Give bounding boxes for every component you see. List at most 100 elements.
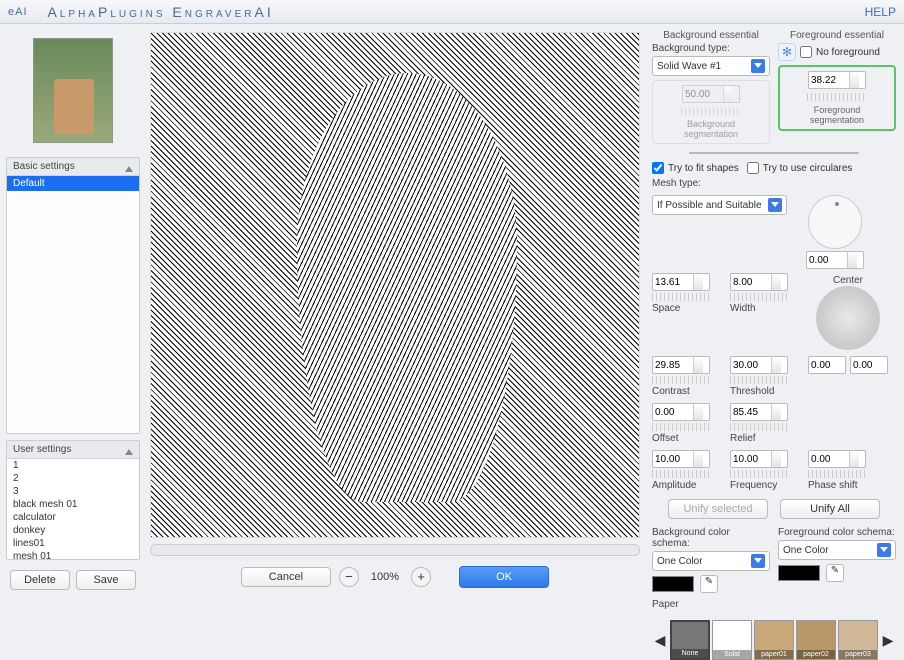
bg-color-schema-label: Background color schema: bbox=[652, 527, 770, 549]
basic-settings-list[interactable]: Default bbox=[7, 176, 139, 431]
mesh-type-label: Mesh type: bbox=[652, 178, 896, 189]
phase-shift-label: Phase shift bbox=[808, 480, 888, 491]
ok-button[interactable]: OK bbox=[459, 566, 549, 588]
paper-option[interactable]: paper03 bbox=[838, 620, 878, 660]
help-link[interactable]: HELP bbox=[865, 5, 896, 19]
relief-stepper[interactable] bbox=[730, 403, 788, 421]
list-item[interactable]: 1 bbox=[7, 459, 139, 472]
user-settings-panel: User settings 1 2 3 black mesh 01 calcul… bbox=[6, 440, 140, 560]
center-y-stepper[interactable] bbox=[850, 356, 888, 374]
center-label: Center bbox=[808, 275, 888, 286]
fit-shapes-label: Try to fit shapes bbox=[668, 163, 739, 174]
background-type-select[interactable]: Solid Wave #1 bbox=[652, 56, 770, 76]
background-segmentation-stepper bbox=[682, 85, 740, 103]
fg-color-schema-select[interactable]: One Color bbox=[778, 540, 896, 560]
zoom-out-button[interactable]: − bbox=[339, 567, 359, 587]
tab-geometry[interactable]: Geometry bbox=[690, 153, 774, 154]
frequency-stepper[interactable] bbox=[730, 450, 788, 468]
offset-stepper[interactable] bbox=[652, 403, 710, 421]
list-item[interactable]: lines01 bbox=[7, 537, 139, 550]
space-slider[interactable] bbox=[652, 293, 712, 301]
tab-randomness[interactable]: Randomness bbox=[774, 153, 858, 154]
phase-shift-stepper[interactable] bbox=[808, 450, 866, 468]
width-slider[interactable] bbox=[730, 293, 790, 301]
foreground-segmentation-slider[interactable] bbox=[807, 93, 867, 101]
angle-dial[interactable] bbox=[808, 195, 862, 249]
no-foreground-checkbox[interactable] bbox=[800, 46, 812, 58]
paper-next-button[interactable]: ▶ bbox=[880, 620, 896, 660]
angle-stepper[interactable] bbox=[806, 251, 864, 269]
user-settings-list[interactable]: 1 2 3 black mesh 01 calculator donkey li… bbox=[7, 459, 139, 559]
unify-selected-button: Unify selected bbox=[668, 499, 768, 519]
background-essential-title: Background essential bbox=[652, 30, 770, 41]
contrast-stepper[interactable] bbox=[652, 356, 710, 374]
foreground-segmentation-stepper[interactable] bbox=[808, 71, 866, 89]
offset-label: Offset bbox=[652, 433, 722, 444]
preview-canvas[interactable] bbox=[150, 32, 640, 538]
disclosure-icon[interactable] bbox=[125, 161, 133, 172]
paper-option[interactable]: Solid bbox=[712, 620, 752, 660]
list-item[interactable]: 2 bbox=[7, 472, 139, 485]
space-stepper[interactable] bbox=[652, 273, 710, 291]
save-button[interactable]: Save bbox=[76, 570, 136, 590]
chevron-down-icon bbox=[768, 198, 782, 212]
use-circulares-checkbox[interactable] bbox=[747, 162, 759, 174]
chevron-down-icon bbox=[751, 59, 765, 73]
source-thumbnail[interactable] bbox=[33, 38, 113, 143]
tab-switcher[interactable]: Geometry Randomness bbox=[689, 152, 859, 154]
bg-color-swatch[interactable] bbox=[652, 576, 694, 592]
contrast-label: Contrast bbox=[652, 386, 722, 397]
width-label: Width bbox=[730, 303, 800, 314]
bg-color-schema-select[interactable]: One Color bbox=[652, 551, 770, 571]
center-x-stepper[interactable] bbox=[808, 356, 846, 374]
fg-color-picker-icon[interactable]: ✎ bbox=[826, 564, 844, 582]
amplitude-slider[interactable] bbox=[652, 470, 712, 478]
paper-option[interactable]: paper02 bbox=[796, 620, 836, 660]
app-logo: eAI bbox=[8, 6, 28, 18]
relief-slider[interactable] bbox=[730, 423, 790, 431]
paper-option[interactable]: paper01 bbox=[754, 620, 794, 660]
basic-settings-item[interactable]: Default bbox=[7, 176, 139, 191]
relief-label: Relief bbox=[730, 433, 800, 444]
threshold-stepper[interactable] bbox=[730, 356, 788, 374]
center-well[interactable] bbox=[816, 286, 880, 350]
fg-color-swatch[interactable] bbox=[778, 565, 820, 581]
app-title: AlphaPlugins EngraverAI bbox=[48, 4, 865, 20]
list-item[interactable]: mesh 01 bbox=[7, 550, 139, 559]
horizontal-scrollbar[interactable] bbox=[150, 544, 640, 556]
list-item[interactable]: 3 bbox=[7, 485, 139, 498]
threshold-slider[interactable] bbox=[730, 376, 790, 384]
unify-all-button[interactable]: Unify All bbox=[780, 499, 880, 519]
mesh-type-select[interactable]: If Possible and Suitable bbox=[652, 195, 787, 215]
zoom-in-button[interactable]: + bbox=[411, 567, 431, 587]
chevron-down-icon bbox=[751, 554, 765, 568]
use-circulares-label: Try to use circulares bbox=[763, 163, 853, 174]
list-item[interactable]: calculator bbox=[7, 511, 139, 524]
frequency-slider[interactable] bbox=[730, 470, 790, 478]
phase-shift-slider[interactable] bbox=[808, 470, 868, 478]
threshold-label: Threshold bbox=[730, 386, 800, 397]
contrast-slider[interactable] bbox=[652, 376, 712, 384]
amplitude-label: Amplitude bbox=[652, 480, 722, 491]
background-type-label: Background type: bbox=[652, 43, 770, 54]
list-item[interactable]: black mesh 01 bbox=[7, 498, 139, 511]
paper-label: Paper bbox=[652, 599, 896, 610]
background-segmentation-slider bbox=[681, 107, 741, 115]
fit-shapes-checkbox[interactable] bbox=[652, 162, 664, 174]
amplitude-stepper[interactable] bbox=[652, 450, 710, 468]
bg-color-picker-icon[interactable]: ✎ bbox=[700, 575, 718, 593]
disclosure-icon[interactable] bbox=[125, 444, 133, 455]
offset-slider[interactable] bbox=[652, 423, 712, 431]
paper-option[interactable]: None bbox=[670, 620, 710, 660]
delete-button[interactable]: Delete bbox=[10, 570, 70, 590]
basic-settings-header: Basic settings bbox=[13, 161, 75, 172]
foreground-segmentation-label: Foreground segmentation bbox=[786, 105, 888, 125]
list-item[interactable]: donkey bbox=[7, 524, 139, 537]
space-label: Space bbox=[652, 303, 722, 314]
cancel-button[interactable]: Cancel bbox=[241, 567, 331, 587]
paper-prev-button[interactable]: ◀ bbox=[652, 620, 668, 660]
fg-color-schema-label: Foreground color schema: bbox=[778, 527, 896, 538]
snowflake-icon[interactable]: ✻ bbox=[778, 43, 796, 61]
no-foreground-label: No foreground bbox=[816, 47, 880, 58]
width-stepper[interactable] bbox=[730, 273, 788, 291]
